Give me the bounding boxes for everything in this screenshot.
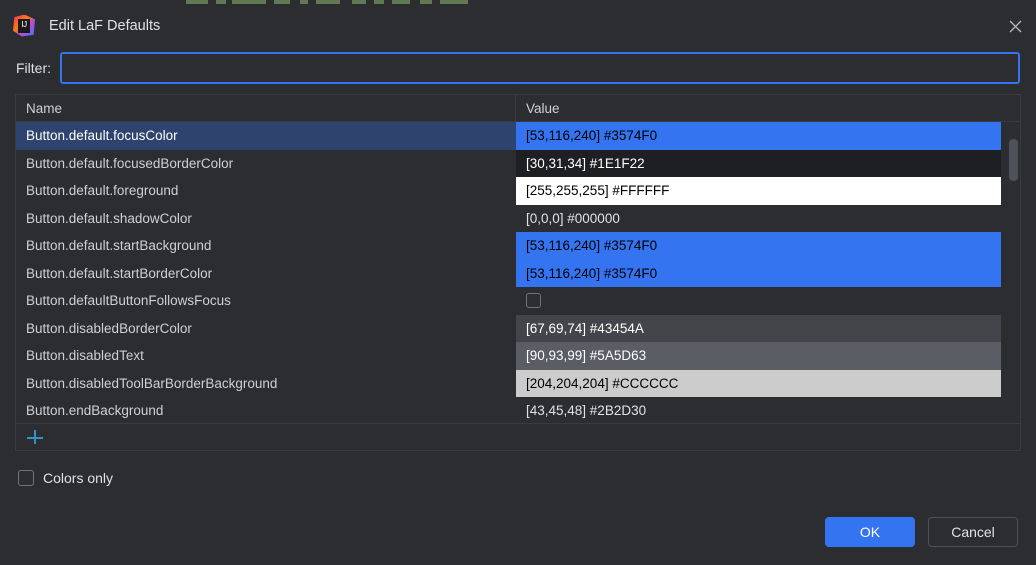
plus-icon[interactable] — [25, 427, 45, 447]
cell-name: Button.default.focusedBorderColor — [26, 155, 234, 171]
dialog-title: Edit LaF Defaults — [49, 17, 161, 34]
edit-laf-defaults-dialog: IJ Edit LaF Defaults Filter: Name Value … — [0, 5, 1036, 565]
table-row[interactable]: Button.disabledText [90,93,99] #5A5D63 — [16, 342, 1020, 370]
cell-value-text: [53,116,240] #3574F0 — [526, 265, 658, 281]
cell-name: Button.default.startBorderColor — [26, 265, 213, 281]
cell-value-text: [53,116,240] #3574F0 — [526, 238, 658, 254]
table-row[interactable]: Button.default.startBorderColor [53,116,2… — [16, 259, 1020, 287]
dialog-footer: OK Cancel — [0, 517, 1036, 565]
cell-value[interactable]: [53,116,240] #3574F0 — [516, 122, 1001, 150]
cell-value[interactable]: [53,116,240] #3574F0 — [516, 232, 1001, 260]
intellij-idea-icon: IJ — [13, 14, 35, 37]
table-toolbar — [15, 424, 1021, 451]
table-body: Button.default.focusColor [53,116,240] #3… — [16, 122, 1020, 423]
filter-input[interactable] — [60, 52, 1020, 84]
table-vertical-scrollbar[interactable] — [1007, 123, 1019, 422]
table-row[interactable]: Button.default.focusColor [53,116,240] #3… — [16, 122, 1020, 150]
dialog-titlebar: IJ Edit LaF Defaults — [0, 5, 1036, 46]
cell-value-text: [90,93,99] #5A5D63 — [526, 348, 647, 364]
table-row[interactable]: Button.default.startBackground [53,116,24… — [16, 232, 1020, 260]
cell-value[interactable]: [90,93,99] #5A5D63 — [516, 342, 1001, 370]
cell-value-text: [255,255,255] #FFFFFF — [526, 183, 670, 199]
cell-value[interactable] — [516, 287, 1001, 315]
cell-value[interactable]: [204,204,204] #CCCCCC — [516, 369, 1001, 397]
cell-value-text: [0,0,0] #000000 — [526, 210, 620, 226]
row-value-checkbox[interactable] — [526, 293, 541, 309]
cell-value-text: [53,116,240] #3574F0 — [526, 128, 658, 144]
column-header-value[interactable]: Value — [516, 95, 1020, 121]
cell-name: Button.disabledToolBarBorderBackground — [26, 375, 278, 391]
filter-label: Filter: — [16, 60, 51, 76]
cell-name: Button.default.foreground — [26, 183, 179, 199]
table-header: Name Value — [16, 95, 1020, 122]
table-row[interactable]: Button.disabledBorderColor [67,69,74] #43… — [16, 314, 1020, 342]
cell-value[interactable]: [0,0,0] #000000 — [516, 204, 1001, 232]
cell-value[interactable]: [53,116,240] #3574F0 — [516, 259, 1001, 287]
table-row[interactable]: Button.default.foreground [255,255,255] #… — [16, 177, 1020, 205]
cell-value[interactable]: [255,255,255] #FFFFFF — [516, 177, 1001, 205]
cell-name: Button.defaultButtonFollowsFocus — [26, 293, 231, 309]
table-row[interactable]: Button.disabledToolBarBorderBackground [2… — [16, 369, 1020, 397]
cancel-button[interactable]: Cancel — [928, 517, 1018, 547]
colors-only-label: Colors only — [43, 470, 114, 486]
cell-value[interactable]: [43,45,48] #2B2D30 — [516, 397, 1001, 423]
ok-button[interactable]: OK — [825, 517, 915, 547]
cell-value-text: [67,69,74] #43454A — [526, 320, 644, 336]
filter-row: Filter: — [0, 46, 1036, 94]
table-row[interactable]: Button.default.shadowColor [0,0,0] #00000… — [16, 204, 1020, 232]
cell-value[interactable]: [67,69,74] #43454A — [516, 314, 1001, 342]
cell-name: Button.default.startBackground — [26, 238, 212, 254]
cell-name: Button.disabledBorderColor — [26, 320, 192, 336]
cell-name: Button.disabledText — [26, 348, 144, 364]
column-header-name[interactable]: Name — [16, 95, 516, 121]
close-icon[interactable] — [998, 9, 1032, 43]
cell-value[interactable]: [30,31,34] #1E1F22 — [516, 149, 1001, 177]
cell-name: Button.default.focusColor — [16, 122, 516, 150]
table-row[interactable]: Button.endBackground [43,45,48] #2B2D30 — [16, 397, 1020, 423]
colors-only-checkbox[interactable]: Colors only — [18, 470, 113, 486]
cell-value-text: [43,45,48] #2B2D30 — [526, 403, 647, 419]
table-row[interactable]: Button.default.focusedBorderColor [30,31,… — [16, 149, 1020, 177]
cell-name: Button.endBackground — [26, 403, 164, 419]
laf-defaults-table: Name Value Button.default.focusColor [53,… — [15, 94, 1021, 424]
scrollbar-thumb[interactable] — [1009, 139, 1018, 181]
cell-value-text: [30,31,34] #1E1F22 — [526, 155, 645, 171]
table-row[interactable]: Button.defaultButtonFollowsFocus — [16, 287, 1020, 315]
colors-only-checkbox-box[interactable] — [18, 470, 34, 486]
cell-value-text: [204,204,204] #CCCCCC — [526, 375, 679, 391]
cell-name: Button.default.shadowColor — [26, 210, 192, 226]
